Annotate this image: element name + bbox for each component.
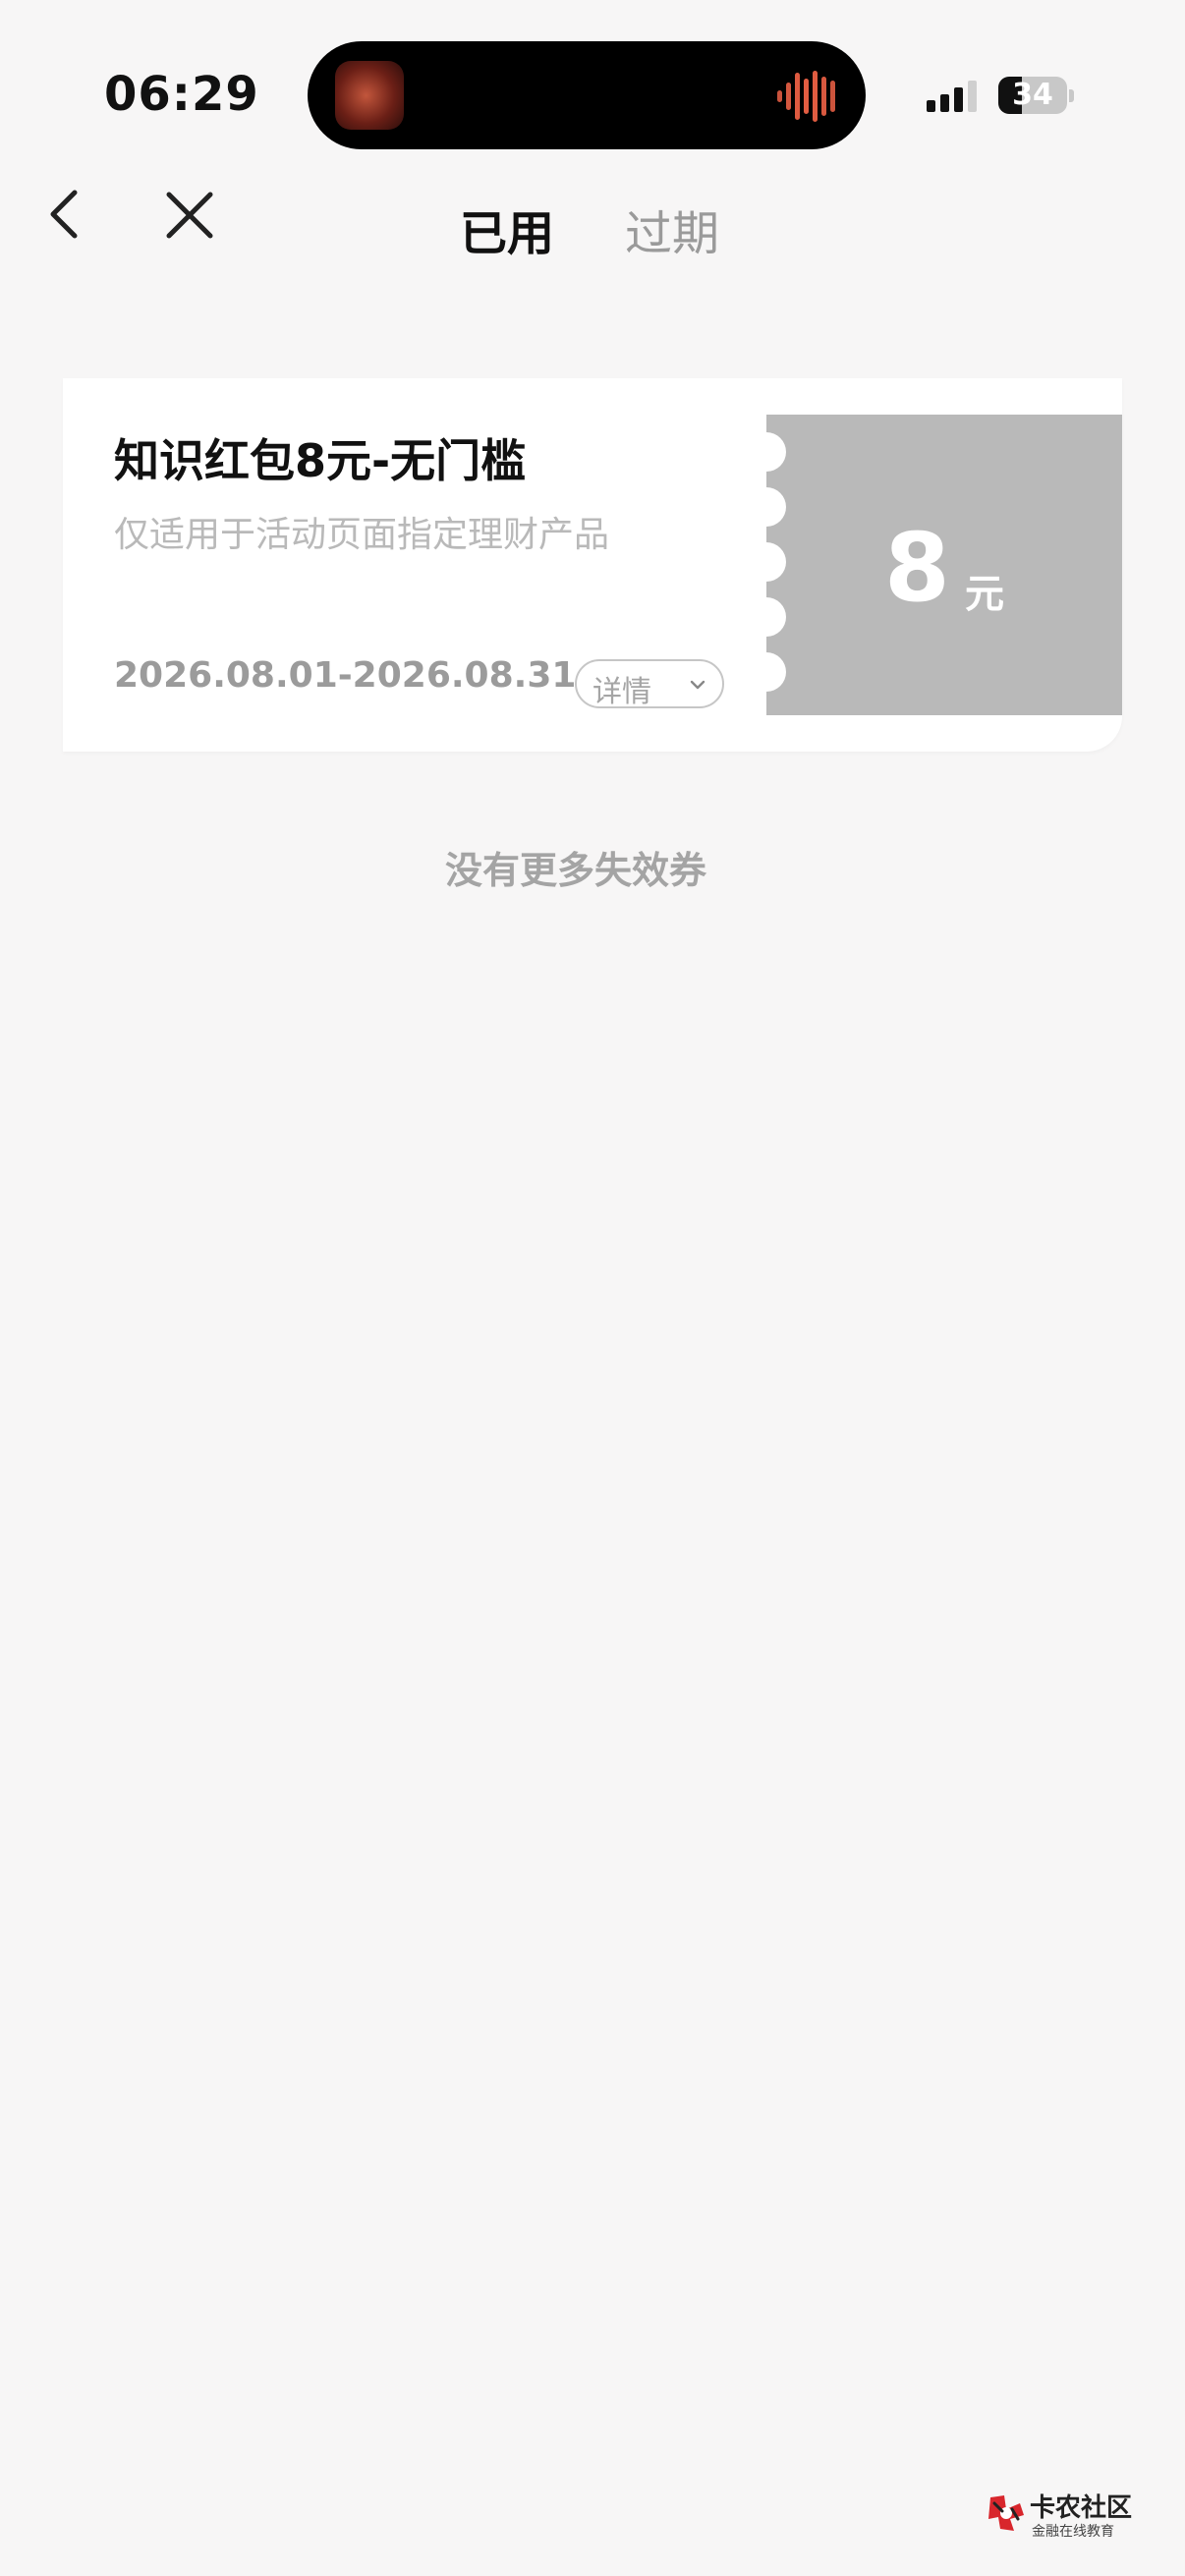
album-art-thumbnail xyxy=(335,61,404,130)
tab-used[interactable]: 已用 xyxy=(460,195,554,263)
ticket-notch xyxy=(747,487,786,527)
coupon-description: 仅适用于活动页面指定理财产品 xyxy=(114,515,610,555)
coupon-amount: 8 xyxy=(884,513,950,623)
detail-button[interactable]: 详情 xyxy=(575,659,724,709)
ticket-notch xyxy=(747,432,786,472)
coupon-amount-unit: 元 xyxy=(965,572,1004,617)
coupon-card[interactable]: 知识红包8元-无门槛 仅适用于活动页面指定理财产品 2026.08.01-202… xyxy=(63,378,1122,752)
ticket-notch xyxy=(747,542,786,582)
coupon-validity: 2026.08.01-2026.08.31 xyxy=(114,655,577,696)
kanong-logo-icon xyxy=(988,2495,1024,2531)
close-icon xyxy=(166,192,213,239)
chevron-left-icon xyxy=(50,190,78,239)
watermark-subtitle: 金融在线教育 xyxy=(1032,2524,1114,2540)
status-time: 06:29 xyxy=(104,67,259,122)
battery-tip xyxy=(1069,89,1074,102)
coupon-title: 知识红包8元-无门槛 xyxy=(114,434,527,487)
list-end-message: 没有更多失效券 xyxy=(444,849,706,892)
watermark-name: 卡农社区 xyxy=(1030,2493,1133,2523)
dynamic-island[interactable] xyxy=(308,41,866,149)
coupon-amount-panel: 8 元 xyxy=(747,415,1122,715)
close-button[interactable] xyxy=(149,177,228,255)
battery-icon: 34 xyxy=(998,77,1067,114)
back-button[interactable] xyxy=(28,177,106,255)
battery-percentage: 34 xyxy=(1012,78,1053,112)
chevron-down-icon xyxy=(690,680,705,690)
coupon-list-screen: 06:29 34 已用 过期 知识红包8元-无门槛 仅适用于活动页面指定理财产品… xyxy=(0,0,1185,2576)
cellular-signal-icon xyxy=(927,81,977,112)
waveform-icon xyxy=(777,71,835,122)
ticket-notch xyxy=(747,652,786,692)
ticket-notch xyxy=(747,597,786,637)
detail-label: 详情 xyxy=(592,675,651,709)
tab-expired[interactable]: 过期 xyxy=(625,195,719,263)
